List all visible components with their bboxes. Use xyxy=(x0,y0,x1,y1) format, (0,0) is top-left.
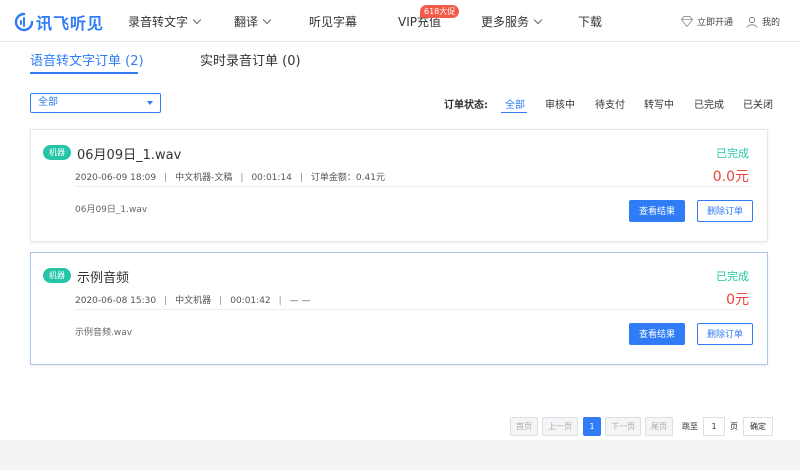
order-duration: 00:01:42 xyxy=(230,296,271,306)
order-file-name: 示例音频.wav xyxy=(75,328,133,338)
active-status-indicator xyxy=(501,112,527,113)
nav-item-download[interactable]: 下载 xyxy=(578,13,602,30)
view-result-button[interactable]: 查看结果 xyxy=(629,200,685,222)
promo-badge: 618大促 xyxy=(420,5,460,18)
brand-name: 讯飞听见 xyxy=(36,14,105,33)
chevron-down-icon xyxy=(262,15,272,25)
delete-order-button[interactable]: 删除订单 xyxy=(697,200,753,222)
select-value: 全部 xyxy=(38,97,58,108)
pagination-first[interactable]: 首页 xyxy=(510,417,538,436)
brand-logo[interactable]: 讯飞听见 xyxy=(14,10,104,34)
separator: | xyxy=(164,173,168,183)
delete-order-button[interactable]: 删除订单 xyxy=(697,323,753,345)
pagination-next[interactable]: 下一页 xyxy=(605,417,641,436)
status-filter-closed[interactable]: 已关闭 xyxy=(743,96,773,111)
nav-item-translation[interactable]: 翻译 xyxy=(234,13,272,30)
vip-open-link[interactable]: 立即开通 xyxy=(681,15,733,28)
separator: | xyxy=(164,296,168,306)
page-unit-label: 页 xyxy=(730,422,738,431)
pagination-last[interactable]: 尾页 xyxy=(645,417,673,436)
order-service: 中文机器 xyxy=(175,296,212,306)
nav-label: 下载 xyxy=(578,15,603,29)
order-card: 机器 06月09日_1.wav 2020-06-09 18:09 | 中文机器-文稿… xyxy=(30,129,768,242)
order-title: 示例音频 xyxy=(77,271,130,286)
chevron-down-icon xyxy=(533,15,543,25)
goto-confirm-button[interactable]: 确定 xyxy=(743,417,773,436)
nav-item-subtitles[interactable]: 听见字幕 xyxy=(309,13,357,30)
order-duration: 00:01:14 xyxy=(251,173,292,183)
nav-label: 翻译 xyxy=(234,15,259,29)
status-filter-reviewing[interactable]: 审核中 xyxy=(545,96,575,111)
separator: | xyxy=(219,296,223,306)
card-divider xyxy=(75,186,751,187)
order-price: 0元 xyxy=(726,292,749,308)
user-center-link[interactable]: 我的 xyxy=(746,15,780,28)
status-filter-all[interactable]: 全部 xyxy=(505,96,525,111)
order-price: 0.0元 xyxy=(712,169,749,185)
status-filter-pending-payment[interactable]: 待支付 xyxy=(595,96,625,111)
machine-tag: 机器 xyxy=(43,268,71,283)
goto-label: 跳至 xyxy=(682,422,698,431)
nav-item-transcription[interactable]: 录音转文字 xyxy=(128,13,202,30)
order-title: 06月09日_1.wav xyxy=(77,148,182,163)
nav-item-more-services[interactable]: 更多服务 xyxy=(481,13,543,30)
pagination-page-1[interactable]: 1 xyxy=(583,417,601,436)
order-card: 机器 示例音频 2020-06-08 15:30 | 中文机器 | 00:01:42 | —… xyxy=(30,252,768,365)
goto-page-input[interactable]: 1 xyxy=(703,417,725,436)
status-filter-completed[interactable]: 已完成 xyxy=(694,96,724,111)
order-amount: — — xyxy=(289,296,311,306)
nav-label: 录音转文字 xyxy=(128,15,189,29)
order-file-name: 06月09日_1.wav xyxy=(75,205,148,215)
machine-tag: 机器 xyxy=(43,145,71,160)
logo-icon xyxy=(14,12,34,32)
order-date: 2020-06-09 18:09 xyxy=(75,173,157,183)
active-tab-indicator xyxy=(30,72,138,74)
order-date: 2020-06-08 15:30 xyxy=(75,296,157,306)
view-result-button[interactable]: 查看结果 xyxy=(629,323,685,345)
order-status: 已完成 xyxy=(716,270,749,283)
status-filter-label: 订单状态: xyxy=(444,100,488,111)
order-status: 已完成 xyxy=(716,147,749,160)
caret-down-icon xyxy=(147,101,153,105)
order-amount: 订单金额：0.41元 xyxy=(310,173,385,183)
diamond-icon xyxy=(681,16,693,27)
separator: | xyxy=(240,173,244,183)
order-service: 中文机器-文稿 xyxy=(175,173,233,183)
separator: | xyxy=(299,173,303,183)
chevron-down-icon xyxy=(192,15,202,25)
user-link-label: 我的 xyxy=(762,18,781,28)
tab-transcription-orders[interactable]: 语音转文字订单 (2) xyxy=(30,50,144,69)
card-divider xyxy=(75,309,751,310)
nav-label: 听见字幕 xyxy=(309,15,358,29)
status-filter-transcribing[interactable]: 转写中 xyxy=(644,96,674,111)
user-icon xyxy=(746,16,758,28)
tab-realtime-orders[interactable]: 实时录音订单 (0) xyxy=(200,50,301,69)
separator: | xyxy=(278,296,282,306)
top-header: 讯飞听见 录音转文字 翻译 听见字幕 VIP充值 618大促 更多服务 下载 立… xyxy=(0,0,800,42)
order-meta: 2020-06-08 15:30 | 中文机器 | 00:01:42 | — — xyxy=(75,293,311,306)
footer-band xyxy=(0,440,800,470)
order-type-select[interactable]: 全部 xyxy=(30,93,161,113)
vip-link-label: 立即开通 xyxy=(697,18,734,28)
order-meta: 2020-06-09 18:09 | 中文机器-文稿 | 00:01:14 | 订单金额：0… xyxy=(75,170,385,183)
pagination-prev[interactable]: 上一页 xyxy=(542,417,578,436)
nav-label: 更多服务 xyxy=(481,15,530,29)
